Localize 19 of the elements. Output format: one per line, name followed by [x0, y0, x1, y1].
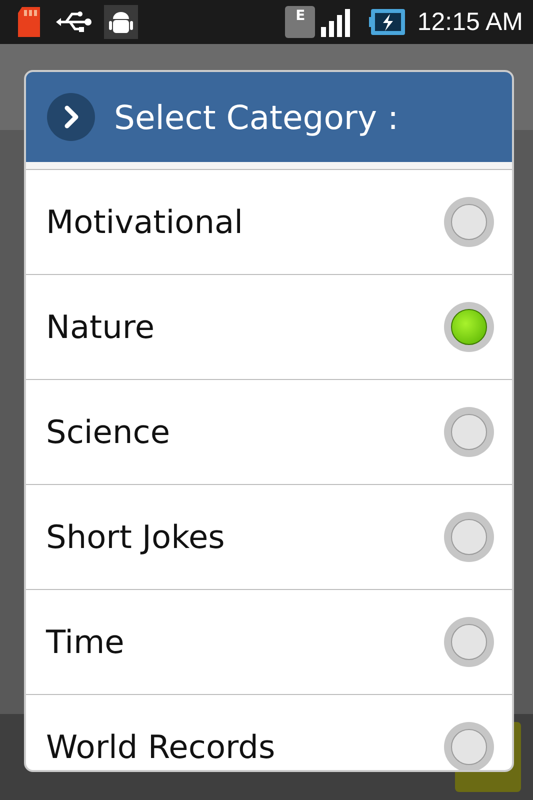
category-option[interactable]: Nature [26, 275, 512, 380]
network-type-icon: E [285, 6, 316, 38]
android-icon [104, 5, 138, 39]
radio-button[interactable] [444, 197, 494, 247]
dialog-title: Select Category : [114, 98, 399, 136]
chevron-icon [46, 92, 96, 142]
radio-button[interactable] [444, 722, 494, 770]
radio-button[interactable] [444, 617, 494, 667]
category-option[interactable]: Short Jokes [26, 485, 512, 590]
radio-button[interactable] [444, 302, 494, 352]
clock-time: 12:15 AM [417, 8, 523, 36]
usb-icon [56, 9, 92, 35]
radio-button[interactable] [444, 512, 494, 562]
category-option[interactable]: World Records [26, 695, 512, 770]
radio-button[interactable] [444, 407, 494, 457]
battery-charging-icon [369, 7, 406, 37]
category-option[interactable]: Science [26, 380, 512, 485]
category-option[interactable]: Time [26, 590, 512, 695]
category-option[interactable]: Motivational [26, 170, 512, 275]
